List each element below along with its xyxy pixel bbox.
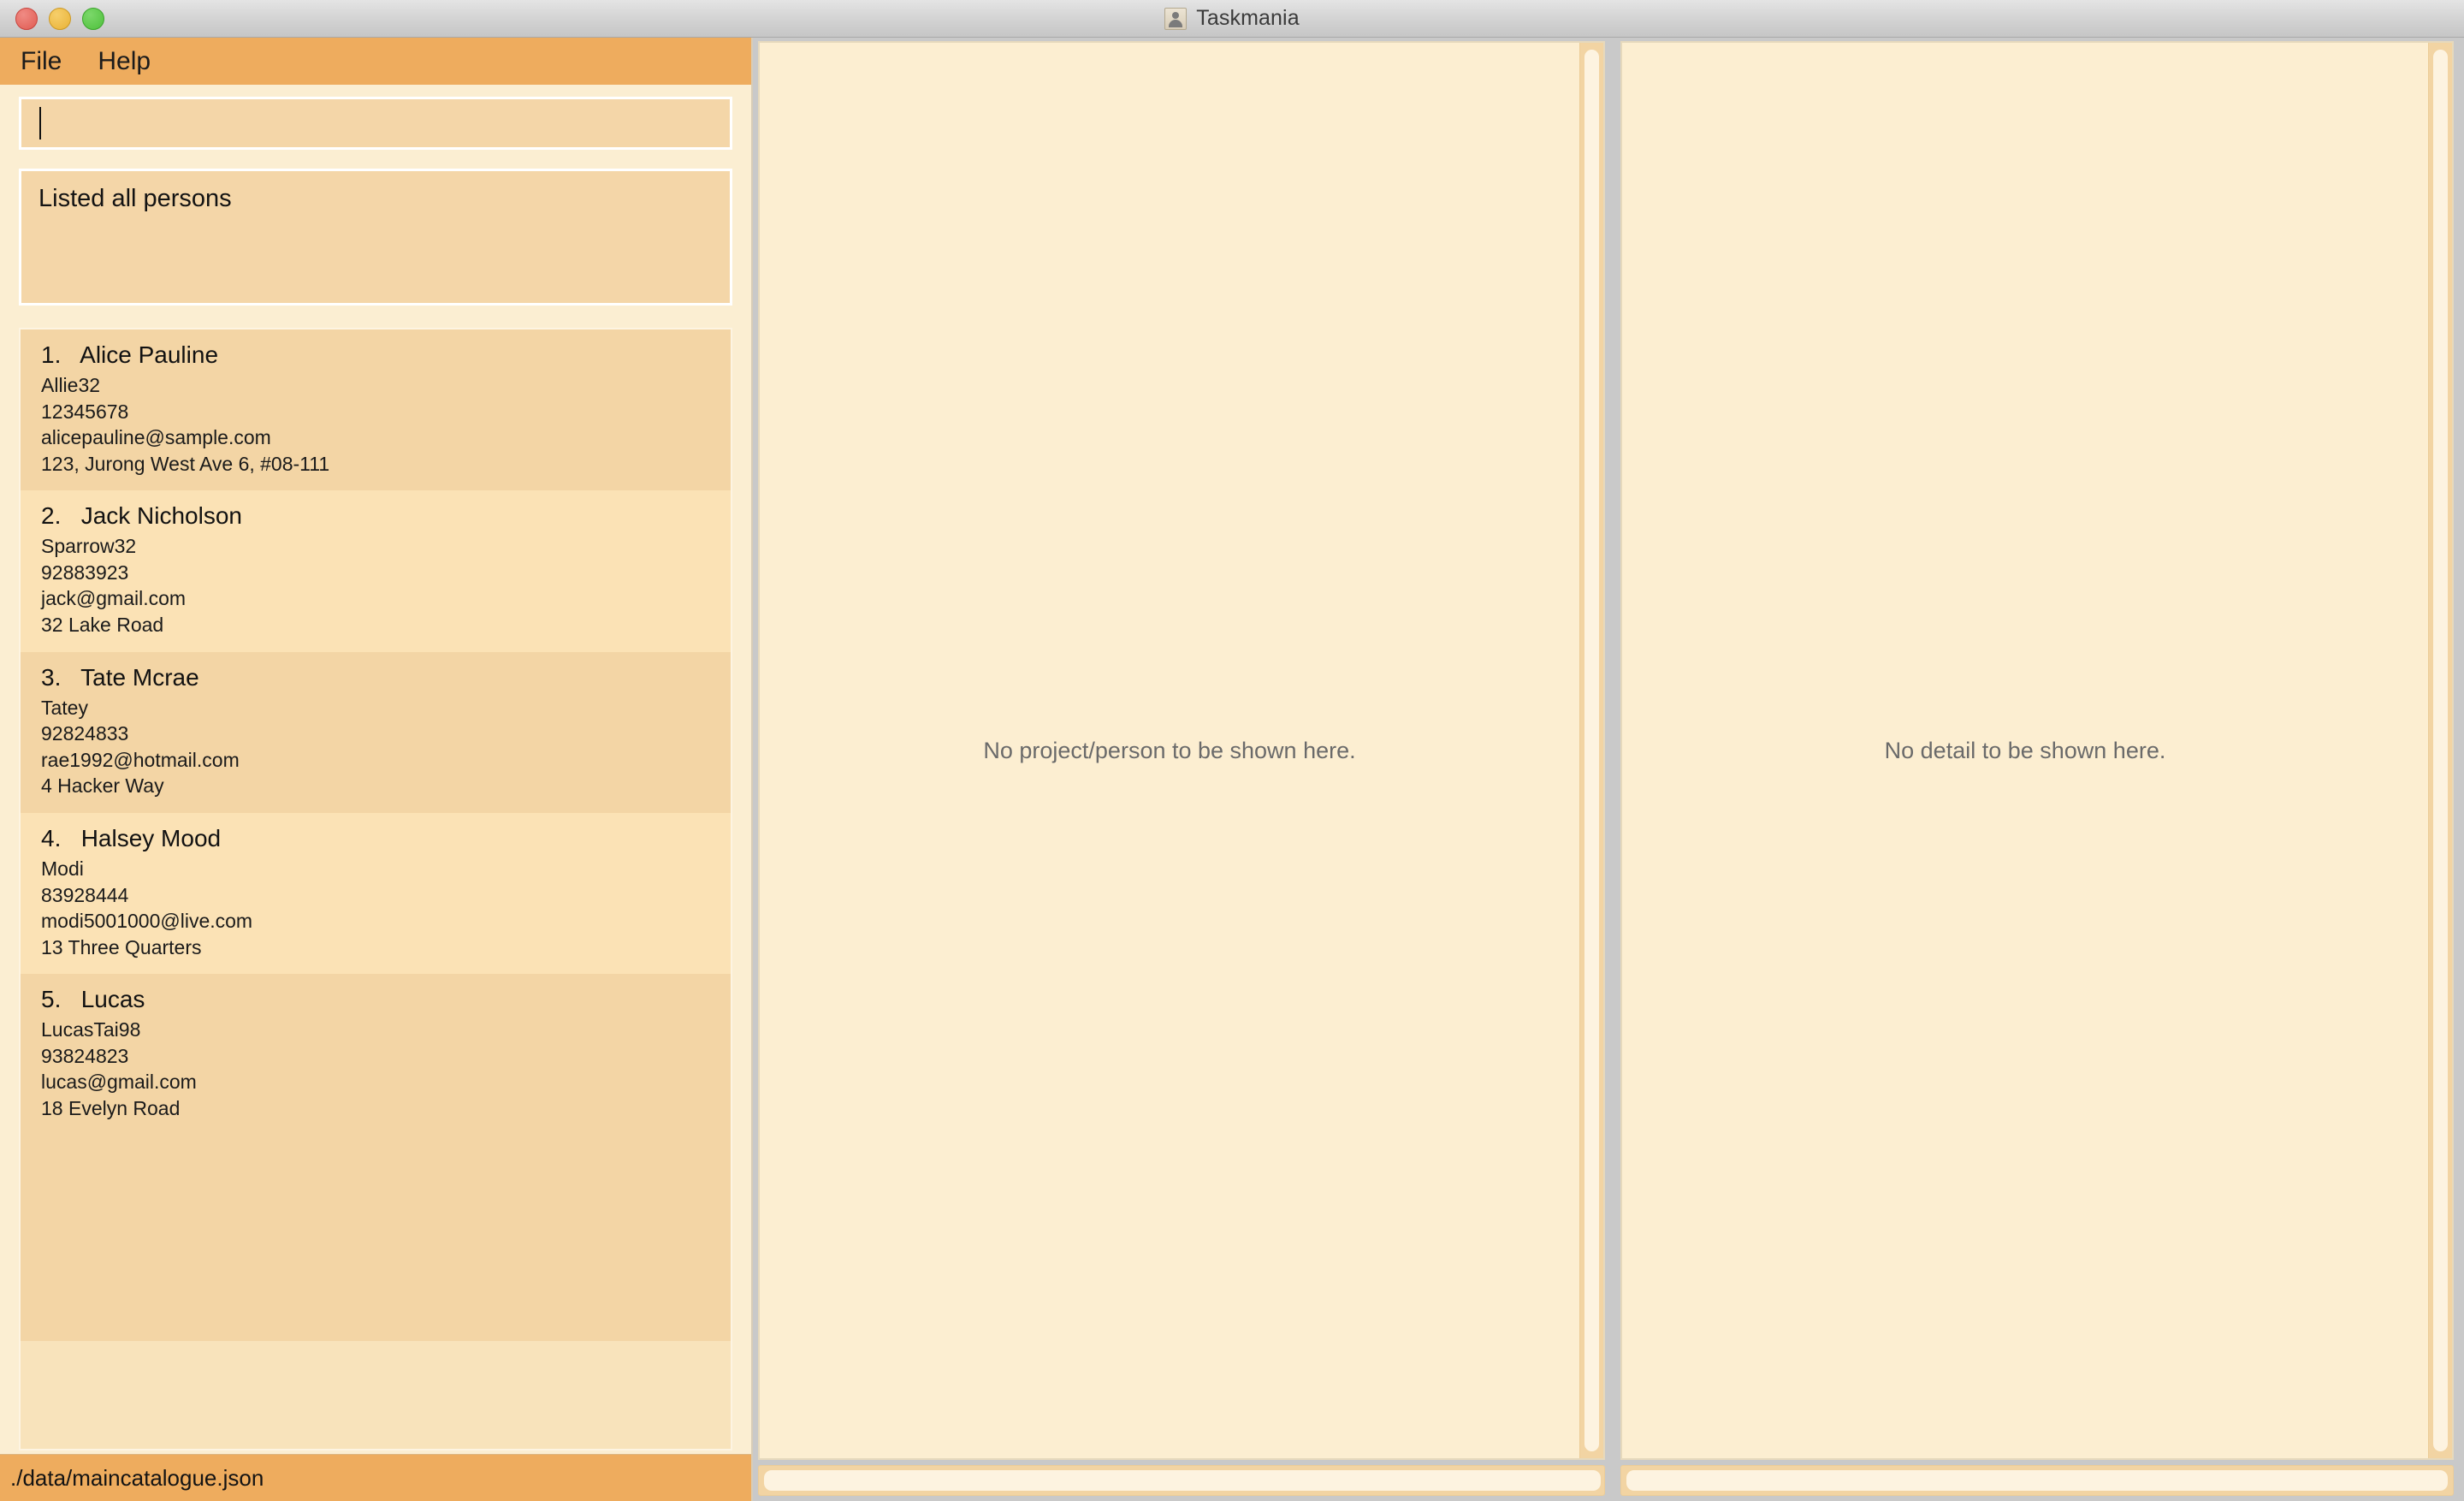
- person-address: 4 Hacker Way: [41, 774, 164, 798]
- minimize-window-button[interactable]: [49, 8, 71, 30]
- right-panel-body: No detail to be shown here.: [1622, 43, 2428, 1458]
- center-panel-body: No project/person to be shown here.: [760, 43, 1579, 1458]
- person-phone: 92883923: [41, 561, 129, 584]
- menu-bar: File Help: [0, 38, 751, 85]
- result-display-container: Listed all persons: [0, 162, 751, 317]
- right-panel-horizontal-scrollbar[interactable]: [1620, 1465, 2454, 1496]
- person-email: rae1992@hotmail.com: [41, 748, 240, 771]
- person-address: 13 Three Quarters: [41, 935, 202, 958]
- app-window: Taskmania File Help Listed all persons 1…: [0, 0, 2464, 1501]
- panel-area: No project/person to be shown here. No d…: [753, 38, 2464, 1501]
- person-username: LucasTai98: [41, 1018, 141, 1041]
- right-panel-frame: No detail to be shown here.: [1620, 41, 2454, 1460]
- person-icon: [1164, 7, 1188, 30]
- right-panel-placeholder: No detail to be shown here.: [1884, 737, 2166, 763]
- right-panel-vertical-scrollbar[interactable]: [2428, 43, 2452, 1458]
- person-username: Tatey: [41, 696, 88, 719]
- person-name: 4. Halsey Mood: [41, 824, 222, 851]
- person-email: jack@gmail.com: [41, 587, 187, 610]
- person-username: Modi: [41, 857, 84, 880]
- scrollbar-thumb[interactable]: [2433, 50, 2448, 1451]
- person-email: modi5001000@live.com: [41, 910, 253, 933]
- window-title-group: Taskmania: [1164, 6, 1300, 31]
- left-sidebar: File Help Listed all persons 1. Alice Pa…: [0, 38, 753, 1501]
- person-list-container: 1. Alice Pauline Allie32 12345678 alicep…: [0, 317, 751, 1454]
- person-email: lucas@gmail.com: [41, 1071, 197, 1094]
- command-input[interactable]: [19, 97, 732, 150]
- person-email: alicepauline@sample.com: [41, 426, 271, 449]
- center-panel-frame: No project/person to be shown here.: [758, 41, 1605, 1460]
- person-address: 18 Evelyn Road: [41, 1096, 181, 1119]
- person-phone: 93824823: [41, 1044, 129, 1067]
- person-name: 2. Jack Nicholson: [41, 502, 242, 530]
- center-panel-placeholder: No project/person to be shown here.: [983, 737, 1356, 763]
- window-title: Taskmania: [1196, 6, 1300, 30]
- person-address: 123, Jurong West Ave 6, #08-111: [41, 452, 330, 475]
- status-bar-file-path: ./data/maincatalogue.json: [10, 1464, 264, 1491]
- text-caret: [39, 107, 41, 139]
- list-item[interactable]: 1. Alice Pauline Allie32 12345678 alicep…: [21, 329, 731, 491]
- person-list[interactable]: 1. Alice Pauline Allie32 12345678 alicep…: [19, 328, 732, 1451]
- person-name: 3. Tate Mcrae: [41, 663, 199, 691]
- center-panel-vertical-scrollbar[interactable]: [1579, 43, 1603, 1458]
- person-phone: 92824833: [41, 722, 129, 745]
- person-list-empty-space: [21, 1135, 731, 1341]
- menu-item-file[interactable]: File: [21, 47, 62, 76]
- list-item[interactable]: 2. Jack Nicholson Sparrow32 92883923 jac…: [21, 490, 731, 652]
- center-panel-horizontal-scrollbar[interactable]: [758, 1465, 1605, 1496]
- result-display-message: Listed all persons: [38, 185, 232, 212]
- scrollbar-thumb[interactable]: [764, 1470, 1601, 1491]
- command-box-container: [0, 85, 751, 162]
- list-item[interactable]: 3. Tate Mcrae Tatey 92824833 rae1992@hot…: [21, 651, 731, 813]
- scrollbar-thumb[interactable]: [1584, 50, 1599, 1451]
- close-window-button[interactable]: [15, 8, 38, 30]
- window-controls: [15, 0, 104, 38]
- list-item[interactable]: 5. Lucas LucasTai98 93824823 lucas@gmail…: [21, 974, 731, 1136]
- menu-item-help[interactable]: Help: [98, 47, 151, 76]
- list-item[interactable]: 4. Halsey Mood Modi 83928444 modi5001000…: [21, 812, 731, 975]
- person-phone: 83928444: [41, 883, 129, 906]
- person-phone: 12345678: [41, 400, 129, 423]
- person-username: Allie32: [41, 374, 101, 396]
- center-panel: No project/person to be shown here.: [753, 38, 1610, 1501]
- zoom-window-button[interactable]: [82, 8, 104, 30]
- app-content: File Help Listed all persons 1. Alice Pa…: [0, 38, 2464, 1501]
- scrollbar-thumb[interactable]: [1626, 1470, 2448, 1491]
- status-bar: ./data/maincatalogue.json: [0, 1454, 751, 1501]
- result-display: Listed all persons: [19, 169, 732, 306]
- person-username: Sparrow32: [41, 535, 137, 558]
- window-titlebar: Taskmania: [0, 0, 2464, 38]
- right-detail-panel: No detail to be shown here.: [1610, 38, 2464, 1501]
- person-name: 1. Alice Pauline: [41, 341, 219, 368]
- person-name: 5. Lucas: [41, 986, 145, 1013]
- person-address: 32 Lake Road: [41, 614, 164, 637]
